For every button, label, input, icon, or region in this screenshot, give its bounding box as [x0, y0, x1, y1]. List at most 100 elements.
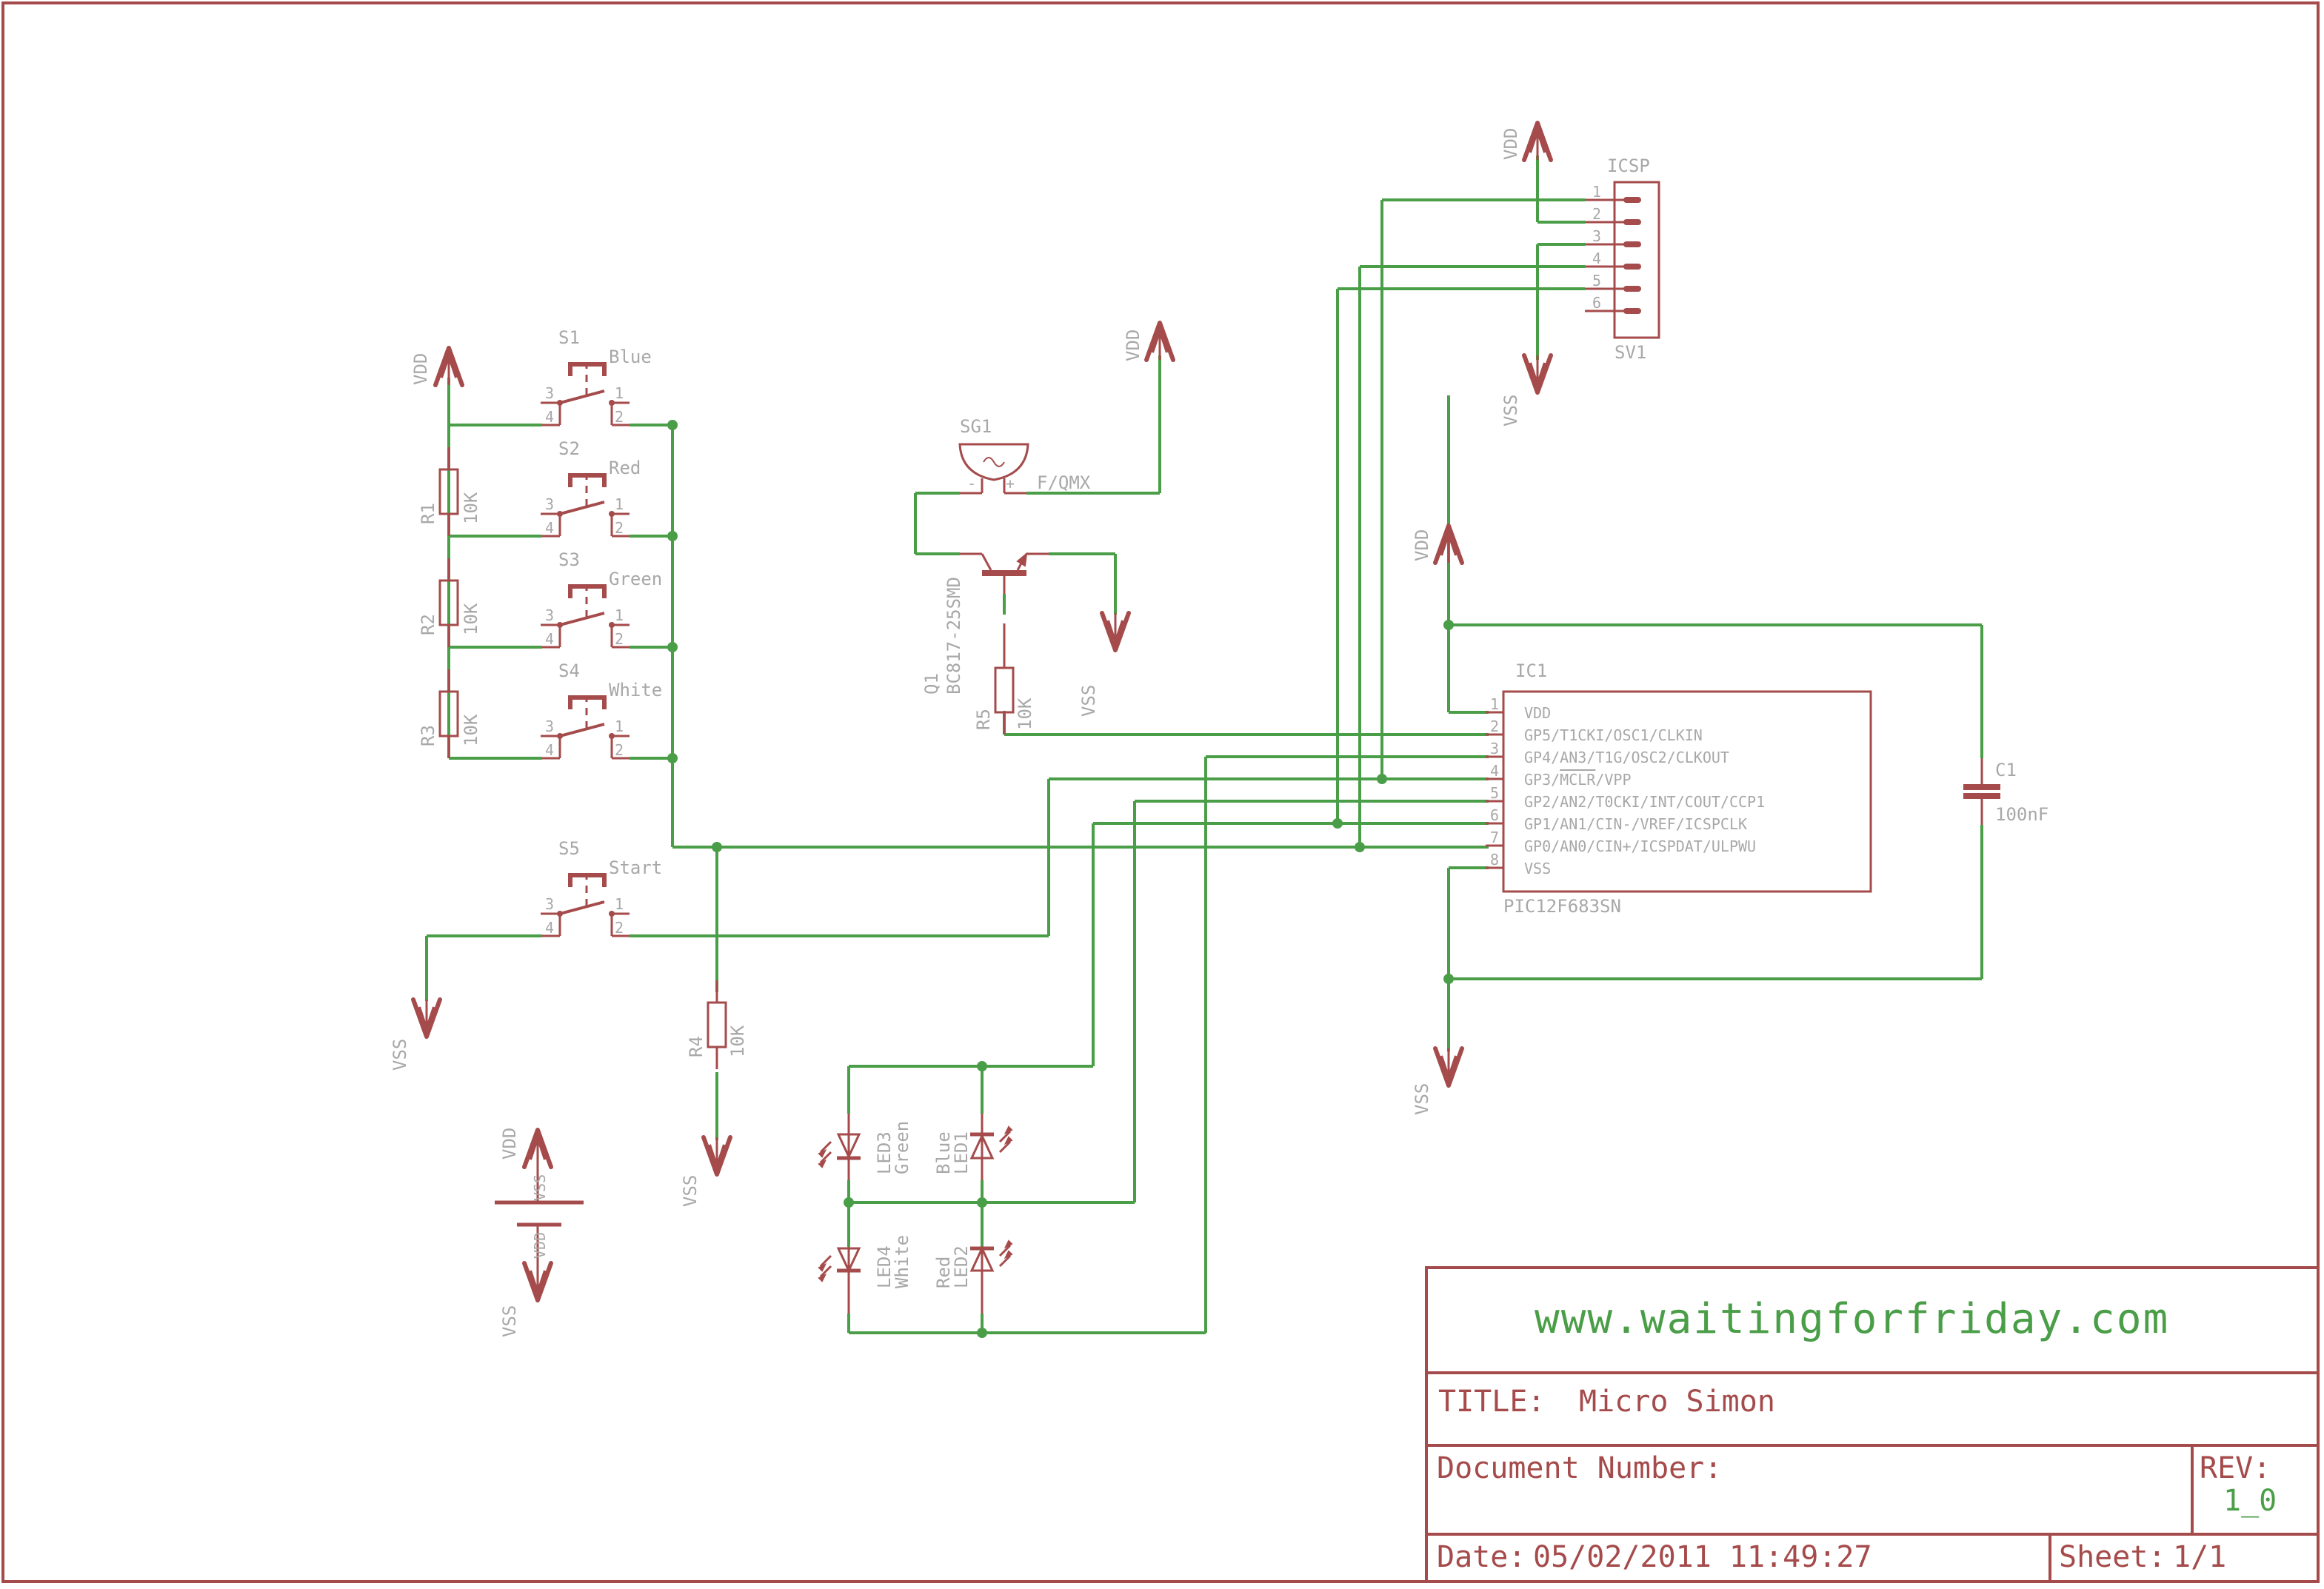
- svg-text:IC1: IC1: [1515, 660, 1547, 681]
- svg-text:10K: 10K: [727, 1025, 748, 1057]
- vss-symbol-start: VSS: [390, 1000, 440, 1071]
- ic-pin-number: 5: [1490, 784, 1499, 802]
- vdd-symbol-buzzer: VDD: [1123, 323, 1173, 361]
- ic-pin-number: 7: [1490, 829, 1499, 846]
- rev-label: REV:: [2200, 1451, 2271, 1485]
- svg-text:R2: R2: [418, 614, 438, 635]
- sheet-frame: [1, 1, 2320, 1583]
- capacitor-c1: C1 100nF: [1963, 758, 2048, 825]
- led-led4: LED4 White: [818, 1235, 912, 1314]
- ic-pin-name: GP0/AN0/CIN+/ICSPDAT/ULPWU: [1524, 837, 1756, 855]
- switch-pin-number: 1: [615, 895, 624, 913]
- switch-pin-number: 4: [545, 630, 554, 648]
- svg-text:VSS: VSS: [1078, 685, 1099, 717]
- website-url: www.waitingforfriday.com: [1535, 1295, 2169, 1343]
- ic-pin-name: GP4/AN3/T1G/OSC2/CLKOUT: [1524, 749, 1729, 766]
- junctions: [667, 420, 1454, 1338]
- svg-text:VDD: VDD: [499, 1128, 520, 1160]
- svg-text:100nF: 100nF: [1995, 804, 2048, 825]
- switch-pin-number: 2: [615, 408, 624, 426]
- vdd-symbol-icsp: VDD: [1500, 123, 1551, 160]
- wires: [425, 155, 1983, 1334]
- icsp-pin-number: 1: [1592, 183, 1601, 201]
- svg-text:VSS: VSS: [531, 1174, 549, 1201]
- ic-pin-number: 8: [1490, 851, 1499, 869]
- switch-pin-number: 1: [615, 384, 624, 402]
- rev-value: 1_0: [2223, 1484, 2277, 1518]
- icsp-pin-number: 3: [1592, 227, 1601, 245]
- switch-ref: S4: [558, 660, 580, 681]
- ic-pin-number: 3: [1490, 740, 1499, 757]
- document-number-label: Document Number:: [1437, 1451, 1722, 1485]
- buzzer-sg1: SG1 - + F/QMX: [958, 416, 1091, 495]
- svg-text:White: White: [892, 1235, 912, 1288]
- switch-pin-number: 3: [545, 717, 554, 735]
- vdd-symbol-switches: VDD: [410, 348, 462, 425]
- vdd-symbol-ic: VDD: [1412, 526, 1462, 563]
- switch-pin-number: 2: [615, 741, 624, 759]
- svg-text:SG1: SG1: [960, 416, 992, 437]
- svg-text:10K: 10K: [1015, 698, 1035, 730]
- switch-label: Blue: [609, 347, 652, 367]
- switch-ref: S2: [558, 438, 580, 459]
- svg-text:F/QMX: F/QMX: [1037, 472, 1091, 493]
- ic-pin-name: GP1/AN1/CIN-/VREF/ICSPCLK: [1524, 815, 1747, 833]
- ic-pic12f683: IC1 1 VDD 2 GP5/T1CKI/OSC1/CLKIN 3 GP4/AN3/T1…: [1486, 660, 1872, 917]
- svg-text:PIC12F683SN: PIC12F683SN: [1503, 896, 1621, 917]
- switch-pin-number: 2: [615, 919, 624, 937]
- switch-ref: S1: [558, 327, 580, 348]
- switch-s5: S5 Start 3 4 1 2: [541, 838, 662, 937]
- switch-pin-number: 3: [545, 606, 554, 624]
- switch-s3: S3 Green 3 4 1 2: [541, 549, 662, 649]
- svg-text:R1: R1: [418, 503, 438, 524]
- sheet-value: 1/1: [2173, 1540, 2226, 1574]
- led-led2: Red LED2: [933, 1240, 1013, 1314]
- vss-symbol-transistor: VSS: [1078, 613, 1129, 717]
- switch-s4: S4 White 3 4 1 2: [541, 660, 662, 760]
- vss-symbol-ic: VSS: [1412, 1048, 1462, 1115]
- led-led1: Blue LED1: [933, 1114, 1013, 1180]
- ic-pin-number: 2: [1490, 717, 1499, 735]
- date-label: Date:: [1437, 1540, 1526, 1574]
- switch-s1: S1 Blue 3 4 1 2: [541, 327, 652, 426]
- title-value: Micro Simon: [1579, 1385, 1775, 1419]
- switch-label: Red: [609, 458, 641, 478]
- title-block: www.waitingforfriday.com TITLE: Micro Si…: [1425, 1266, 2320, 1583]
- switches: S1 Blue 3 4 1 2 S2 Red 3 4 1 2 S3 Green 3 4 1 2 S4 White 3 4 1…: [541, 327, 662, 937]
- svg-text:SV1: SV1: [1615, 342, 1646, 363]
- schematic-sheet: VDD VDD VSS VDD VSS VDD VSS VSS VSS VDD: [1, 1, 2320, 1583]
- switch-label: White: [609, 680, 662, 700]
- svg-text:R3: R3: [418, 725, 438, 746]
- svg-text:VDD: VDD: [1412, 529, 1432, 561]
- svg-text:C1: C1: [1995, 760, 2017, 780]
- switch-pin-number: 4: [545, 741, 554, 759]
- switch-pin-number: 3: [545, 895, 554, 913]
- vss-symbol-r4: VSS: [680, 1137, 730, 1207]
- svg-text:10K: 10K: [461, 492, 481, 524]
- svg-text:Q1: Q1: [921, 673, 942, 695]
- svg-text:LED1: LED1: [951, 1131, 972, 1174]
- switch-pin-number: 2: [615, 519, 624, 537]
- icsp-pin-number: 4: [1592, 250, 1601, 267]
- switch-pin-number: 2: [615, 630, 624, 648]
- svg-text:ICSP: ICSP: [1607, 155, 1650, 176]
- transistor-q1: Q1 BC817-25SMD: [921, 552, 1049, 695]
- ic-pin-name: GP3/MCLR/VPP: [1524, 771, 1632, 789]
- ic-pin-name: VSS: [1524, 860, 1551, 877]
- svg-text:VDD: VDD: [1500, 128, 1521, 160]
- switch-pin-number: 3: [545, 384, 554, 402]
- switch-pin-number: 4: [545, 519, 554, 537]
- svg-text:10K: 10K: [461, 603, 481, 635]
- led-led3: LED3 Green: [818, 1114, 912, 1180]
- svg-text:VDD: VDD: [410, 353, 431, 385]
- switch-label: Start: [609, 857, 662, 878]
- svg-text:R4: R4: [686, 1036, 707, 1057]
- svg-text:+: +: [1006, 475, 1015, 492]
- icsp-pin-number: 2: [1592, 205, 1601, 223]
- sheet-label: Sheet:: [2059, 1540, 2166, 1574]
- svg-text:VSS: VSS: [680, 1175, 701, 1207]
- svg-text:VDD: VDD: [1123, 329, 1143, 361]
- switch-ref: S5: [558, 838, 580, 859]
- switch-s2: S2 Red 3 4 1 2: [541, 438, 641, 538]
- svg-text:VSS: VSS: [1412, 1083, 1432, 1115]
